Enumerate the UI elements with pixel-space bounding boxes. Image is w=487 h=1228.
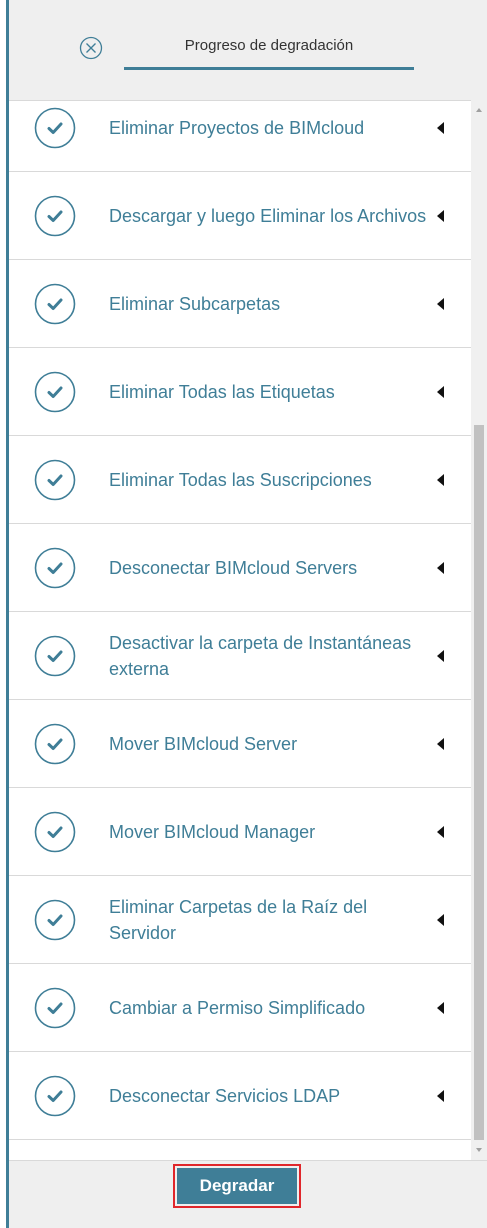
panel-header: Progreso de degradación [9, 0, 487, 101]
step-row[interactable]: Mover BIMcloud Manager [9, 788, 471, 876]
step-label: Cambiar a Permiso Simplificado [109, 997, 366, 1018]
step-row[interactable]: Desactivar la carpeta de Instantáneas ex… [9, 612, 471, 700]
step-label: Descargar y luego Eliminar los Archivos [109, 205, 427, 226]
scrollbar-thumb[interactable] [474, 425, 484, 1140]
check-circle-icon [34, 811, 76, 853]
step-label: Eliminar Carpetas de la Raíz del Servido… [109, 896, 368, 943]
step-label: Mover BIMcloud Server [109, 733, 298, 754]
step-row[interactable]: Eliminar Todas las Etiquetas [9, 348, 471, 436]
scroll-up-arrow-icon[interactable] [476, 108, 482, 112]
check-circle-icon [34, 371, 76, 413]
step-row[interactable]: Cambiar a Permiso Simplificado [9, 964, 471, 1052]
check-circle-icon [34, 547, 76, 589]
check-circle-icon [34, 987, 76, 1029]
steps-list: Eliminar Proyectos de BIMcloud Descargar … [9, 100, 471, 1160]
expand-caret-icon[interactable] [437, 561, 444, 574]
check-circle-icon [34, 459, 76, 501]
panel-footer: Degradar [9, 1160, 487, 1228]
expand-caret-icon[interactable] [437, 473, 444, 486]
check-circle-icon [34, 195, 76, 237]
expand-caret-icon[interactable] [437, 385, 444, 398]
step-row[interactable]: Eliminar Subcarpetas [9, 260, 471, 348]
step-label: Desactivar la carpeta de Instantáneas ex… [109, 632, 412, 679]
expand-caret-icon[interactable] [437, 122, 444, 134]
expand-caret-icon[interactable] [437, 737, 444, 750]
step-row[interactable]: Eliminar Proyectos de BIMcloud [9, 100, 471, 172]
expand-caret-icon[interactable] [437, 209, 444, 222]
step-label: Desconectar BIMcloud Servers [109, 557, 358, 578]
step-label: Eliminar Proyectos de BIMcloud [109, 118, 365, 138]
expand-caret-icon[interactable] [437, 649, 444, 662]
step-row[interactable]: Mover BIMcloud Server [9, 700, 471, 788]
check-circle-icon [34, 899, 76, 941]
vertical-scrollbar[interactable] [471, 100, 487, 1160]
check-circle-icon [34, 635, 76, 677]
step-row[interactable]: Eliminar Carpetas de la Raíz del Servido… [9, 876, 471, 964]
downgrade-progress-panel: Progreso de degradación Eliminar Proyect… [9, 0, 487, 1228]
close-icon[interactable] [79, 36, 103, 60]
step-label: Mover BIMcloud Manager [109, 821, 316, 842]
step-row[interactable]: Desconectar BIMcloud Servers [9, 524, 471, 612]
expand-caret-icon[interactable] [437, 1089, 444, 1102]
step-row[interactable]: Descargar y luego Eliminar los Archivos [9, 172, 471, 260]
step-label: Desconectar Servicios LDAP [109, 1085, 341, 1106]
scroll-down-arrow-icon[interactable] [476, 1148, 482, 1152]
expand-caret-icon[interactable] [437, 297, 444, 310]
check-circle-icon [34, 723, 76, 765]
tab-label: Progreso de degradación [184, 37, 354, 54]
tab-downgrade-progress[interactable]: Progreso de degradación [124, 30, 414, 70]
check-circle-icon [34, 107, 76, 149]
tab-active-indicator [124, 67, 414, 70]
check-circle-icon [34, 1075, 76, 1117]
expand-caret-icon[interactable] [437, 825, 444, 838]
downgrade-button[interactable]: Degradar [173, 1164, 301, 1208]
step-label: Eliminar Todas las Etiquetas [109, 381, 335, 402]
step-row[interactable]: Desconectar Servicios LDAP [9, 1052, 471, 1140]
window-left-border [0, 0, 9, 1228]
expand-caret-icon[interactable] [437, 1001, 444, 1014]
expand-caret-icon[interactable] [437, 913, 444, 926]
step-row[interactable]: Eliminar Todas las Suscripciones [9, 436, 471, 524]
check-circle-icon [34, 283, 76, 325]
step-label: Eliminar Subcarpetas [109, 293, 281, 314]
step-label: Eliminar Todas las Suscripciones [109, 469, 372, 490]
downgrade-button-label: Degradar [177, 1168, 297, 1204]
